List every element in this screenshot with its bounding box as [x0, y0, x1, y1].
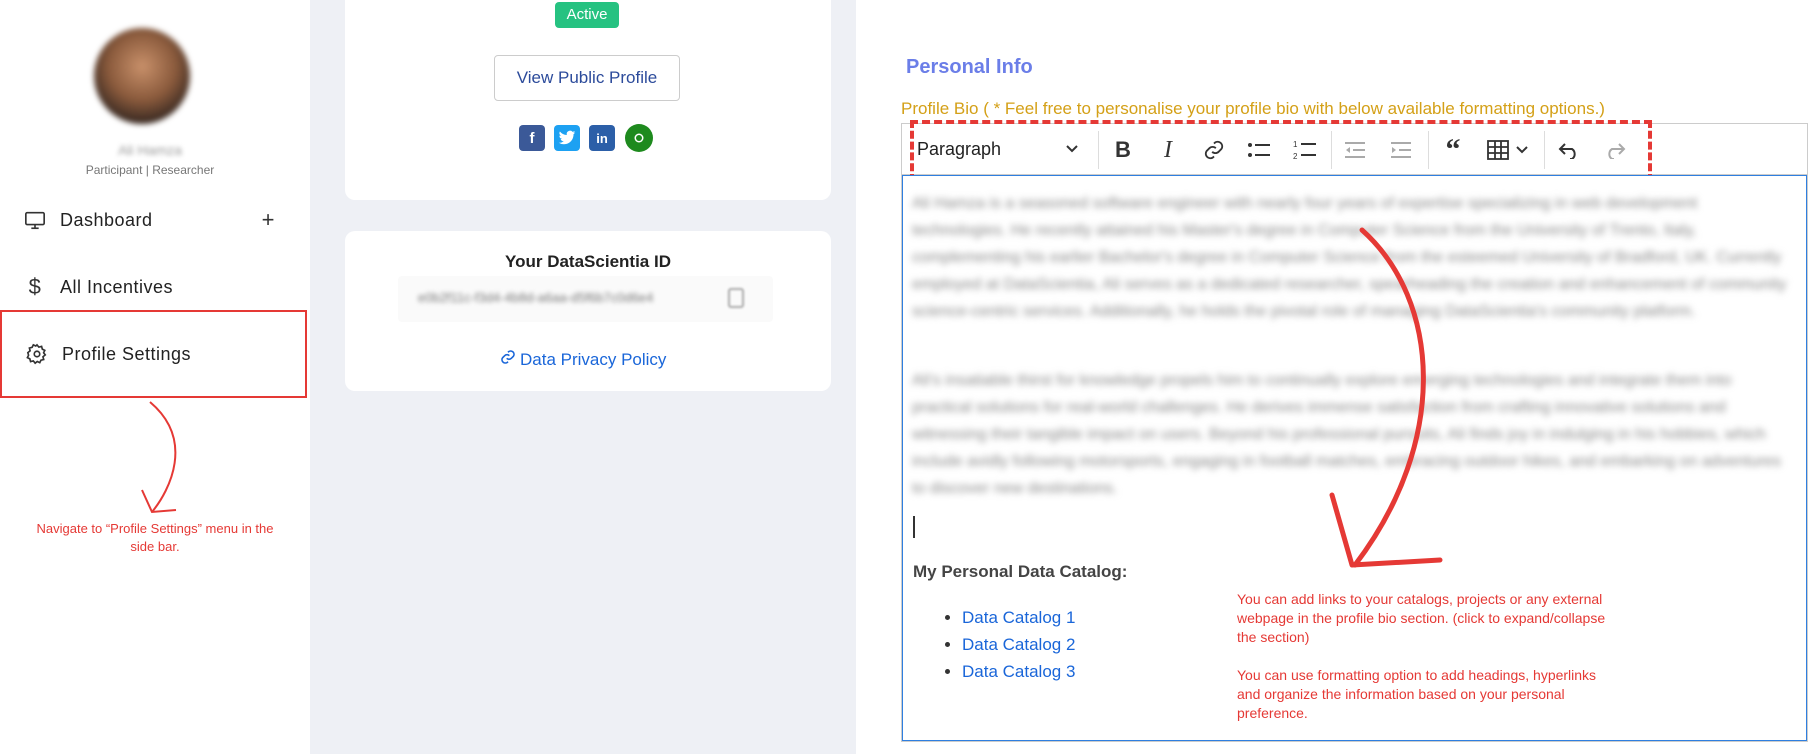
expand-icon[interactable]: +	[262, 207, 275, 233]
data-privacy-link[interactable]: Data Privacy Policy	[500, 349, 666, 370]
user-role: Participant | Researcher	[85, 163, 215, 177]
editor-annotation: You can add links to your catalogs, proj…	[1237, 591, 1606, 721]
linkedin-icon[interactable]: in	[589, 125, 615, 151]
profile-column	[310, 0, 856, 754]
sidebar-item-label: All Incentives	[60, 276, 174, 297]
id-value: e0b2f11c-f3d4-4b8d-a6aa-d5f6b7c0d6e4	[418, 290, 654, 305]
chrome-icon[interactable]	[625, 124, 653, 152]
sidebar-annotation: Navigate to “Profile Settings” menu in t…	[36, 521, 274, 554]
catalog-heading: My Personal Data Catalog:	[913, 562, 1128, 581]
catalog-list: Data Catalog 1 Data Catalog 2 Data Catal…	[940, 604, 1075, 685]
twitter-icon[interactable]	[554, 125, 580, 151]
catalog-link[interactable]: Data Catalog 2	[962, 631, 1075, 658]
personal-info-title: Personal Info	[906, 56, 1033, 78]
sidebar-item-label: Dashboard	[60, 209, 153, 230]
dollar-icon: $	[28, 274, 42, 299]
view-public-profile-button[interactable]: View Public Profile	[494, 55, 680, 101]
link-icon	[500, 349, 516, 370]
text-cursor	[913, 516, 915, 538]
catalog-link[interactable]: Data Catalog 3	[962, 658, 1075, 685]
sidebar: Ali Hamza Participant | Researcher Dashb…	[0, 0, 310, 754]
bio-paragraph: Ali Hamza is a seasoned software enginee…	[912, 195, 1787, 320]
sidebar-item-profile-settings[interactable]: Profile Settings	[0, 310, 307, 398]
user-name: Ali Hamza	[118, 142, 182, 158]
catalog-link[interactable]: Data Catalog 1	[962, 604, 1075, 631]
avatar	[94, 28, 190, 124]
bio-paragraph: Ali's insatiable thirst for knowledge pr…	[912, 372, 1781, 497]
copy-icon[interactable]	[728, 288, 744, 308]
gear-icon	[26, 343, 48, 365]
sidebar-item-incentives[interactable]: $ All Incentives	[0, 257, 307, 317]
id-card-title: Your DataScientia ID	[505, 252, 671, 271]
sidebar-item-label: Profile Settings	[62, 343, 192, 364]
sidebar-item-dashboard[interactable]: Dashboard +	[0, 190, 307, 250]
monitor-icon	[24, 209, 46, 231]
privacy-link-label: Data Privacy Policy	[520, 349, 667, 369]
status-badge: Active	[555, 2, 619, 28]
toolbar-highlight	[910, 120, 1652, 182]
bio-label: Profile Bio ( * Feel free to personalise…	[901, 99, 1605, 118]
facebook-icon[interactable]: f	[519, 125, 545, 151]
